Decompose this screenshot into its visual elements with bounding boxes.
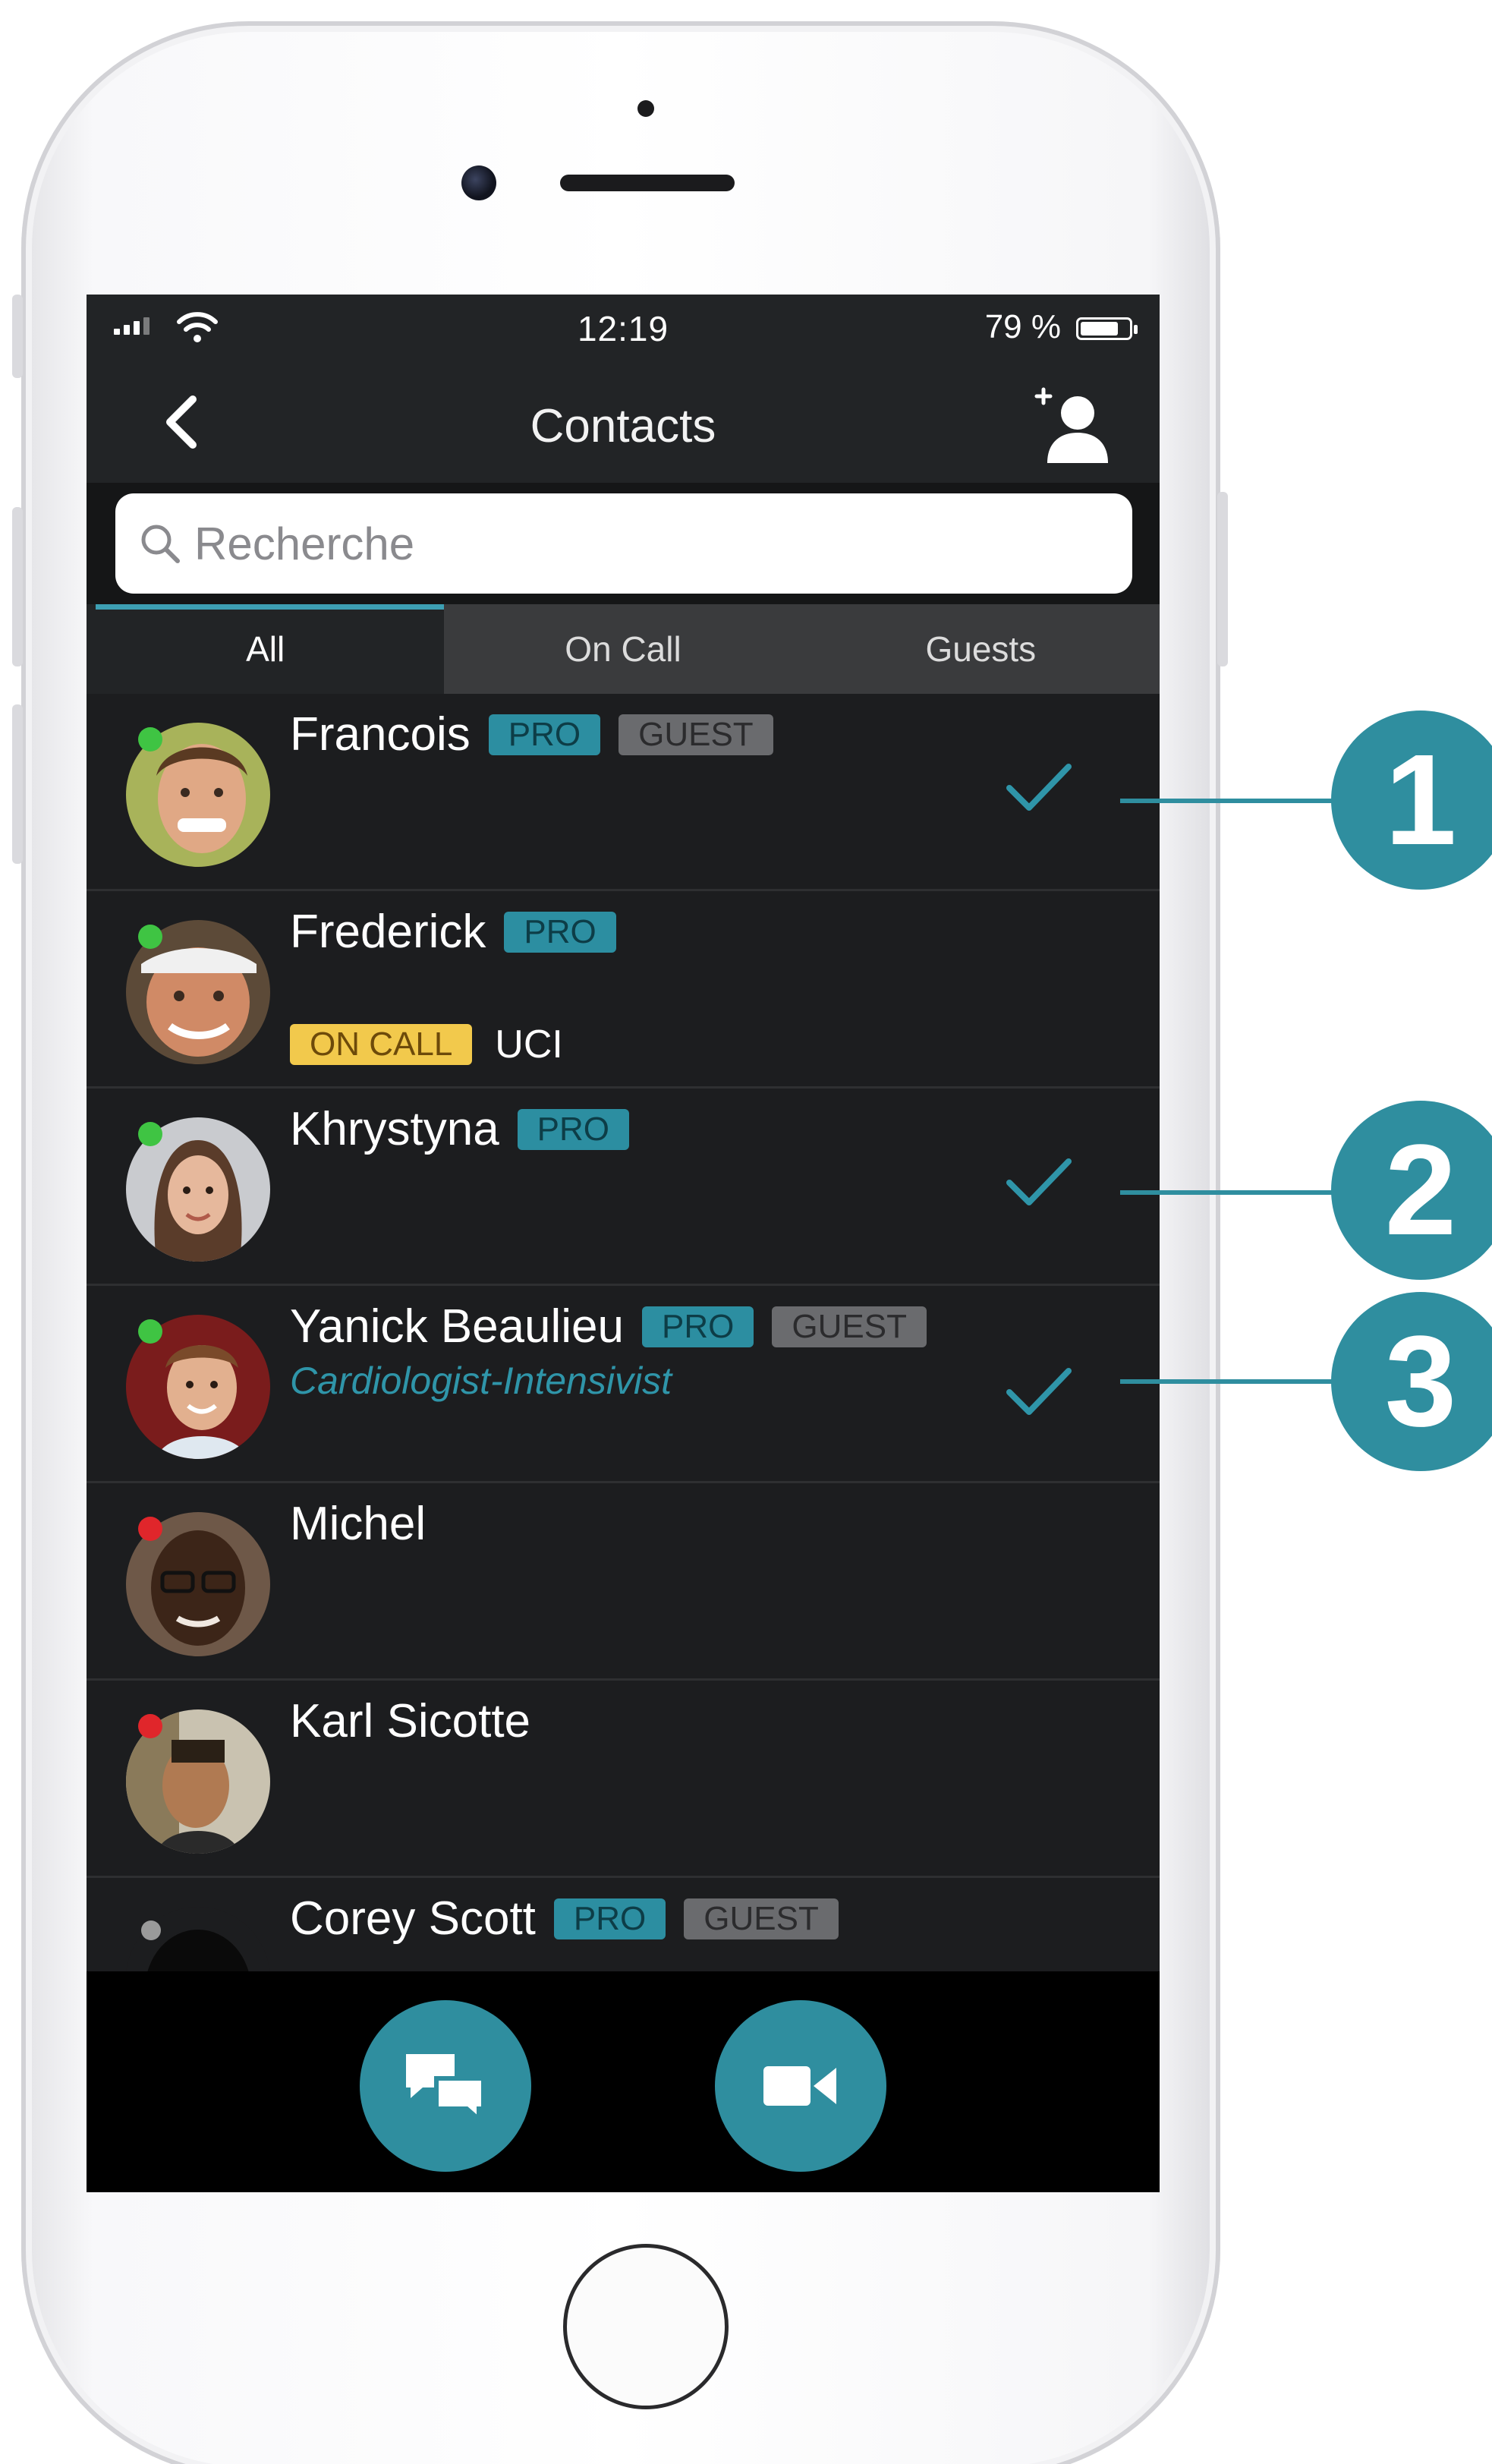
search-box[interactable] [115, 493, 1132, 594]
status-dot-busy [138, 1517, 162, 1541]
status-dot-online [138, 1319, 162, 1344]
contact-name: Francois [290, 708, 471, 761]
status-dot-online [138, 727, 162, 751]
chevron-left-icon[interactable] [159, 393, 205, 451]
check-icon [1006, 1158, 1072, 1205]
contact-row-frederick[interactable]: Frederick PRO ON CALL UCI [87, 891, 1160, 1089]
navigation-bar: Contacts [87, 361, 1160, 483]
add-contact-icon[interactable] [1031, 383, 1114, 466]
volume-down-button [12, 704, 23, 864]
contact-name-line: Corey Scott PRO GUEST [290, 1892, 839, 1946]
search-bar-container [87, 483, 1160, 604]
filter-tabs: All On Call Guests [87, 604, 1160, 694]
page-title: Contacts [530, 400, 716, 452]
contact-row-francois[interactable]: Francois PRO GUEST [87, 694, 1160, 891]
home-button[interactable] [563, 2244, 729, 2409]
contact-row-yanick-beaulieu[interactable]: Yanick Beaulieu PRO GUEST Cardiologist-I… [87, 1286, 1160, 1483]
contact-name-line: Michel [290, 1497, 426, 1551]
contact-name: Michel [290, 1498, 427, 1550]
guest-badge: GUEST [619, 714, 773, 755]
chat-button[interactable] [360, 2000, 531, 2172]
contact-name-line: Yanick Beaulieu PRO GUEST [290, 1300, 927, 1353]
callout-line-1 [1120, 799, 1348, 803]
chat-icon [406, 2054, 486, 2124]
pro-badge: PRO [504, 911, 616, 953]
volume-up-button [12, 507, 23, 666]
contact-row-corey-scott[interactable]: Corey Scott PRO GUEST [87, 1878, 1160, 1971]
callout-line-2 [1120, 1190, 1348, 1195]
proximity-sensor [637, 100, 654, 117]
bottom-action-bar [87, 1971, 1160, 2192]
mute-switch [12, 295, 23, 378]
power-button [1217, 492, 1228, 666]
callout-1: 1 [1331, 711, 1492, 890]
contact-name-line: Karl Sicotte [290, 1694, 530, 1748]
contact-list: Francois PRO GUEST Frederick PRO ON CALL… [87, 694, 1160, 1971]
contact-row-khrystyna[interactable]: Khrystyna PRO [87, 1089, 1160, 1286]
status-bar: 12:19 79 % [87, 295, 1160, 361]
video-camera-icon [763, 2066, 836, 2106]
unit-label: UCI [495, 1022, 563, 1067]
on-call-badge: ON CALL [290, 1024, 473, 1065]
app-screen: 12:19 79 % Contacts Recherche All On Cal… [87, 295, 1160, 2192]
contact-name-line: Khrystyna PRO [290, 1102, 630, 1156]
front-camera [461, 165, 496, 200]
contact-name: Yanick Beaulieu [290, 1300, 625, 1353]
search-icon [141, 525, 180, 563]
pro-badge: PRO [517, 1108, 630, 1150]
pro-badge: PRO [553, 1898, 666, 1939]
contact-name: Karl Sicotte [290, 1695, 531, 1747]
callout-line-3 [1120, 1379, 1348, 1384]
contact-name-line: Frederick PRO [290, 905, 616, 959]
pro-badge: PRO [488, 714, 601, 755]
battery-percentage: 79 % [984, 308, 1061, 345]
contact-row-karl-sicotte[interactable]: Karl Sicotte [87, 1681, 1160, 1878]
battery-icon [1076, 317, 1138, 340]
tab-all[interactable]: All [87, 604, 445, 694]
check-icon [1006, 764, 1072, 811]
guest-badge: GUEST [772, 1306, 927, 1347]
tab-guests[interactable]: Guests [802, 604, 1160, 694]
tab-on-call[interactable]: On Call [444, 604, 801, 694]
status-dot-busy [138, 1714, 162, 1738]
status-dot-online [138, 925, 162, 949]
status-dot-offline [141, 1920, 161, 1940]
callout-3: 3 [1331, 1292, 1492, 1471]
contact-name: Corey Scott [290, 1892, 536, 1945]
on-call-line: ON CALL UCI [290, 1022, 563, 1067]
earpiece-speaker [560, 175, 735, 191]
check-icon [1006, 1368, 1072, 1415]
contact-name: Frederick [290, 906, 486, 958]
stage: 12:19 79 % Contacts Recherche All On Cal… [0, 0, 1492, 2464]
search-input[interactable] [193, 516, 1106, 571]
pro-badge: PRO [642, 1306, 754, 1347]
status-dot-online [138, 1122, 162, 1146]
contact-job-title: Cardiologist-Intensivist [290, 1360, 672, 1402]
callout-2: 2 [1331, 1101, 1492, 1280]
contact-name: Khrystyna [290, 1103, 499, 1155]
guest-badge: GUEST [684, 1898, 839, 1939]
contact-name-line: Francois PRO GUEST [290, 707, 773, 761]
contact-row-michel[interactable]: Michel [87, 1483, 1160, 1681]
video-call-button[interactable] [715, 2000, 886, 2172]
